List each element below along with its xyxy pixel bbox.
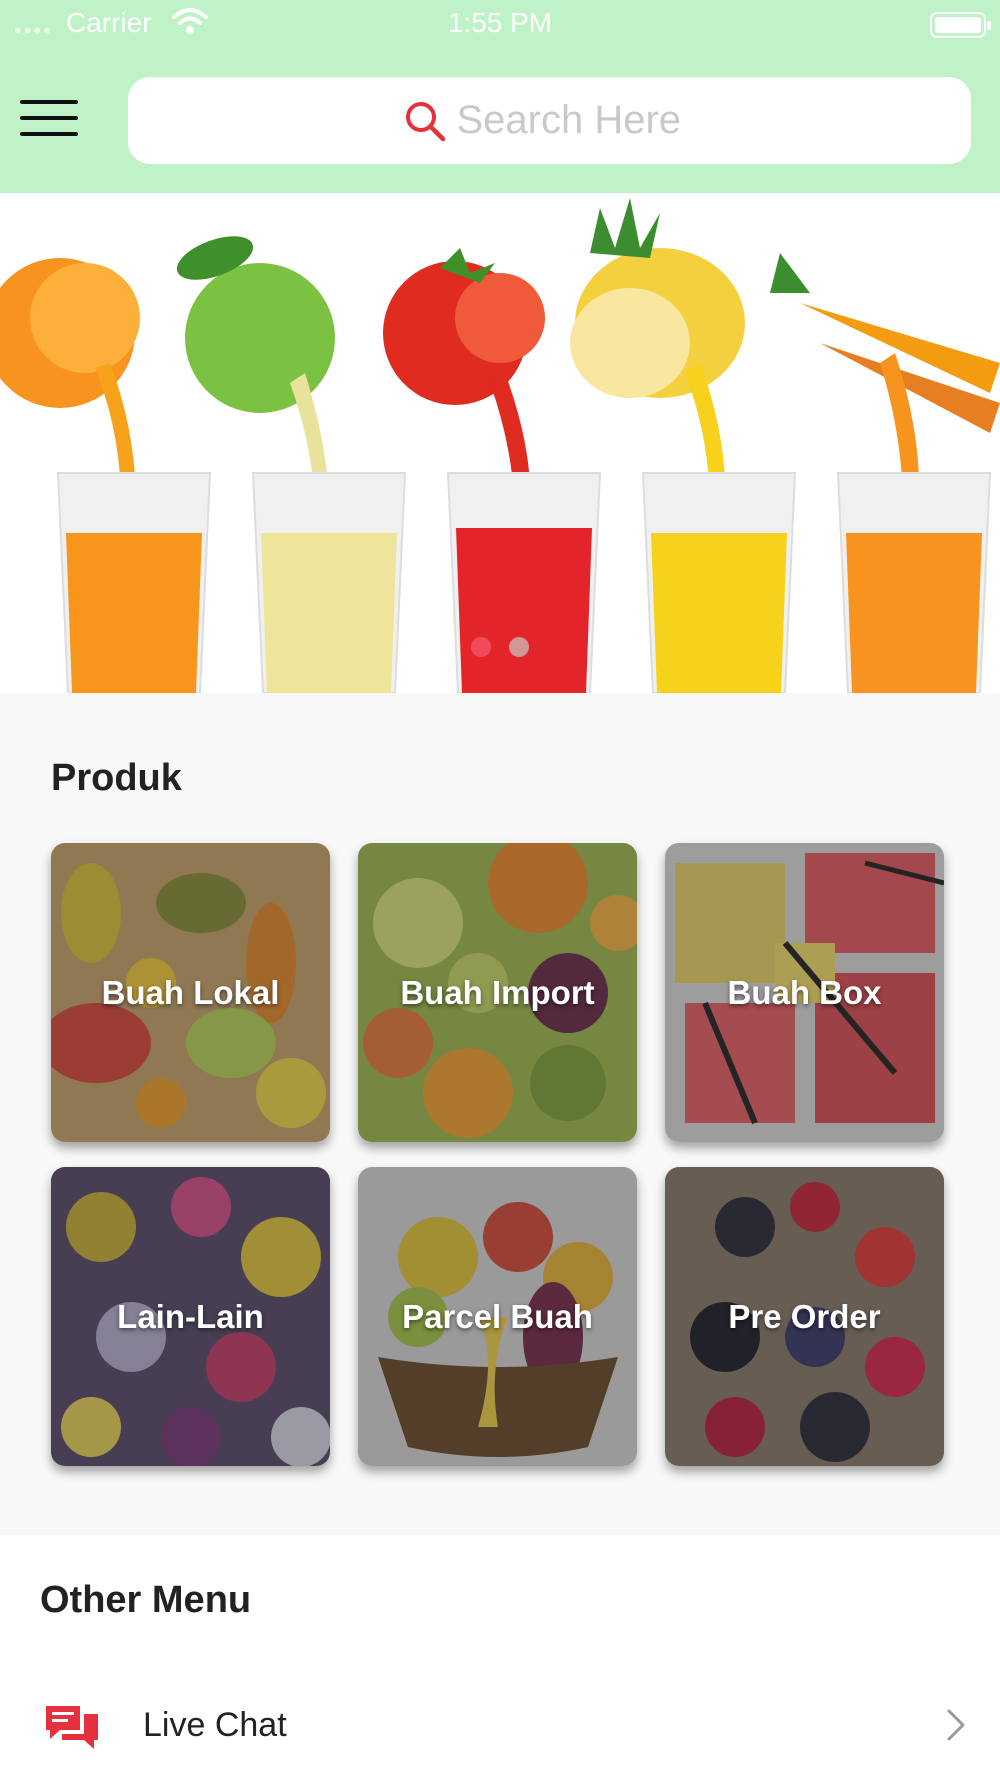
live-chat-label: Live Chat (143, 1706, 287, 1744)
search-icon (405, 101, 445, 141)
produk-tile-buah-box[interactable]: Buah Box (665, 843, 944, 1142)
produk-tile-label: Buah Import (400, 973, 595, 1011)
produk-tile-label: Pre Order (728, 1297, 881, 1335)
produk-tile-label: Lain-Lain (117, 1297, 264, 1335)
other-menu-title: Other Menu (40, 1579, 252, 1621)
produk-section-title: Produk (51, 757, 182, 799)
status-time: 1:55 PM (447, 7, 553, 38)
produk-tile-label: Buah Lokal (101, 973, 280, 1011)
produk-tile-buah-lokal[interactable]: Buah Lokal (51, 843, 330, 1142)
chat-bubbles-icon (44, 1702, 100, 1757)
carousel-dot[interactable] (509, 637, 529, 657)
status-bar: •••• Carrier 1:55 PM (0, 0, 1000, 50)
search-bar[interactable] (128, 77, 971, 164)
search-input[interactable] (456, 98, 697, 143)
produk-tile-buah-import[interactable]: Buah Import (358, 843, 637, 1142)
battery-icon (930, 12, 991, 38)
produk-tile-label: Parcel Buah (402, 1297, 593, 1335)
live-chat-row[interactable]: Live Chat (0, 1680, 1000, 1770)
hamburger-menu-icon[interactable] (20, 100, 78, 140)
produk-tile-parcel-buah[interactable]: Parcel Buah (358, 1167, 637, 1466)
carousel-dot-active[interactable] (471, 637, 491, 657)
app-header: •••• Carrier 1:55 PM (0, 0, 1000, 193)
banner-carousel[interactable] (0, 193, 1000, 693)
chevron-right-icon (945, 1708, 967, 1747)
produk-tile-pre-order[interactable]: Pre Order (665, 1167, 944, 1466)
produk-tile-label: Buah Box (727, 973, 882, 1011)
fruit-juice-banner-image (0, 193, 1000, 693)
produk-tile-lain-lain[interactable]: Lain-Lain (51, 1167, 330, 1466)
carousel-dots (0, 637, 1000, 657)
